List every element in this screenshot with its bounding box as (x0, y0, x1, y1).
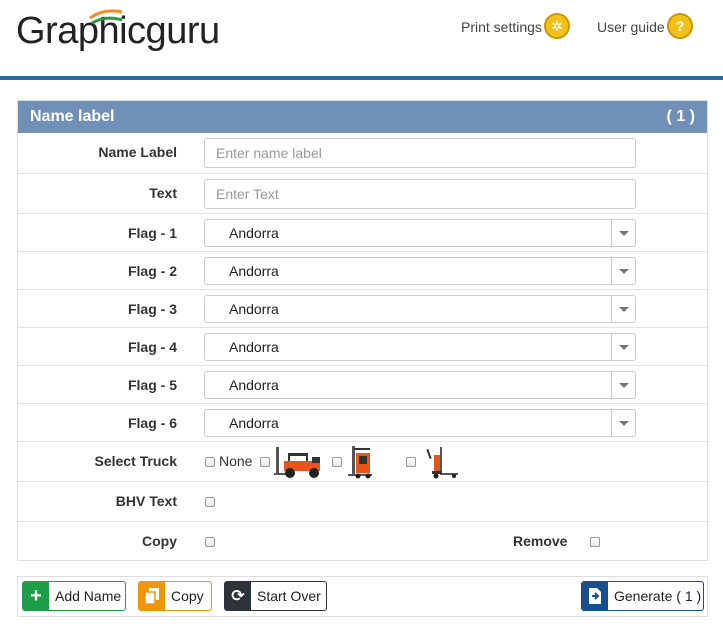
generate-label: Generate ( 1 ) (614, 588, 702, 604)
truck-stacker-checkbox[interactable] (406, 457, 416, 467)
start-over-label: Start Over (257, 588, 321, 604)
print-settings-link[interactable]: Print settings (461, 19, 542, 35)
chevron-down-icon[interactable] (611, 258, 635, 284)
flag-4-value: Andorra (229, 339, 279, 355)
row-flag-6: Flag - 6 Andorra (18, 403, 707, 441)
flag-2-value: Andorra (229, 263, 279, 279)
flag-5-value: Andorra (229, 377, 279, 393)
flag-5-select[interactable]: Andorra (204, 371, 636, 399)
text-input[interactable] (204, 179, 636, 209)
counterbalance-forklift-icon[interactable] (274, 445, 326, 479)
header-divider (0, 76, 723, 80)
row-bhv-text: BHV Text (18, 481, 707, 521)
truck-none-label: None (219, 453, 253, 469)
logo-flag-swoosh (89, 9, 123, 24)
row-select-truck: Select Truck None (18, 441, 707, 481)
add-name-button[interactable]: + Add Name (22, 581, 126, 611)
truck-forklift-checkbox[interactable] (260, 457, 270, 467)
chevron-down-icon[interactable] (611, 410, 635, 436)
flag-6-value: Andorra (229, 415, 279, 431)
chevron-down-icon[interactable] (611, 220, 635, 246)
pallet-stacker-icon[interactable] (426, 445, 460, 479)
copy-button[interactable]: Copy (138, 581, 212, 611)
user-guide-link[interactable]: User guide (597, 19, 665, 35)
panel-header: Name label ( 1 ) (18, 101, 707, 133)
flag-3-value: Andorra (229, 301, 279, 317)
row-name-label: Name Label (18, 133, 707, 173)
copy-icon (139, 582, 165, 610)
row-text: Text (18, 173, 707, 213)
flag-1-value: Andorra (229, 225, 279, 241)
truck-none-checkbox[interactable] (205, 457, 215, 467)
flag-2-select[interactable]: Andorra (204, 257, 636, 285)
panel-count: ( 1 ) (666, 108, 695, 125)
row-flag-1: Flag - 1 Andorra (18, 213, 707, 251)
row-flag-2: Flag - 2 Andorra (18, 251, 707, 289)
flag-3-label: Flag - 3 (127, 301, 177, 317)
flag-4-label: Flag - 4 (127, 339, 177, 355)
truck-reach-checkbox[interactable] (332, 457, 342, 467)
row-flag-3: Flag - 3 Andorra (18, 289, 707, 327)
question-icon[interactable]: ? (667, 13, 693, 39)
app-header: Graphicguru Print settings ✲ User guide … (0, 0, 723, 76)
chevron-down-icon[interactable] (611, 296, 635, 322)
reach-truck-icon[interactable] (348, 445, 376, 479)
remove-checkbox[interactable] (590, 537, 600, 547)
remove-label: Remove (513, 533, 568, 549)
add-name-label: Add Name (55, 588, 122, 604)
row-flag-5: Flag - 5 Andorra (18, 365, 707, 403)
flag-1-label: Flag - 1 (127, 225, 177, 241)
flag-2-label: Flag - 2 (127, 263, 177, 279)
generate-button[interactable]: Generate ( 1 ) (581, 581, 704, 611)
bhv-text-checkbox[interactable] (205, 497, 215, 507)
start-over-button[interactable]: ⟳ Start Over (224, 581, 327, 611)
flag-1-select[interactable]: Andorra (204, 219, 636, 247)
row-copy-remove: Copy Remove (18, 521, 707, 561)
copy-button-label: Copy (171, 588, 204, 604)
gear-icon[interactable]: ✲ (544, 13, 570, 39)
flag-6-label: Flag - 6 (127, 415, 177, 431)
flag-6-select[interactable]: Andorra (204, 409, 636, 437)
name-label-label: Name Label (98, 144, 177, 160)
copy-label: Copy (142, 533, 177, 549)
name-label-panel: Name label ( 1 ) Name Label Text Flag - … (17, 100, 708, 561)
flag-5-label: Flag - 5 (127, 377, 177, 393)
select-truck-label: Select Truck (94, 453, 178, 469)
panel-title: Name label (30, 108, 115, 125)
export-document-icon (582, 582, 608, 610)
chevron-down-icon[interactable] (611, 334, 635, 360)
bhv-text-label: BHV Text (115, 493, 177, 509)
refresh-icon: ⟳ (225, 582, 251, 610)
flag-3-select[interactable]: Andorra (204, 295, 636, 323)
name-label-input[interactable] (204, 138, 636, 168)
action-toolbar: + Add Name Copy ⟳ Start Over Generate ( … (17, 576, 708, 617)
copy-checkbox[interactable] (205, 537, 215, 547)
text-label: Text (149, 185, 177, 201)
chevron-down-icon[interactable] (611, 372, 635, 398)
flag-4-select[interactable]: Andorra (204, 333, 636, 361)
plus-icon: + (23, 582, 49, 610)
row-flag-4: Flag - 4 Andorra (18, 327, 707, 365)
